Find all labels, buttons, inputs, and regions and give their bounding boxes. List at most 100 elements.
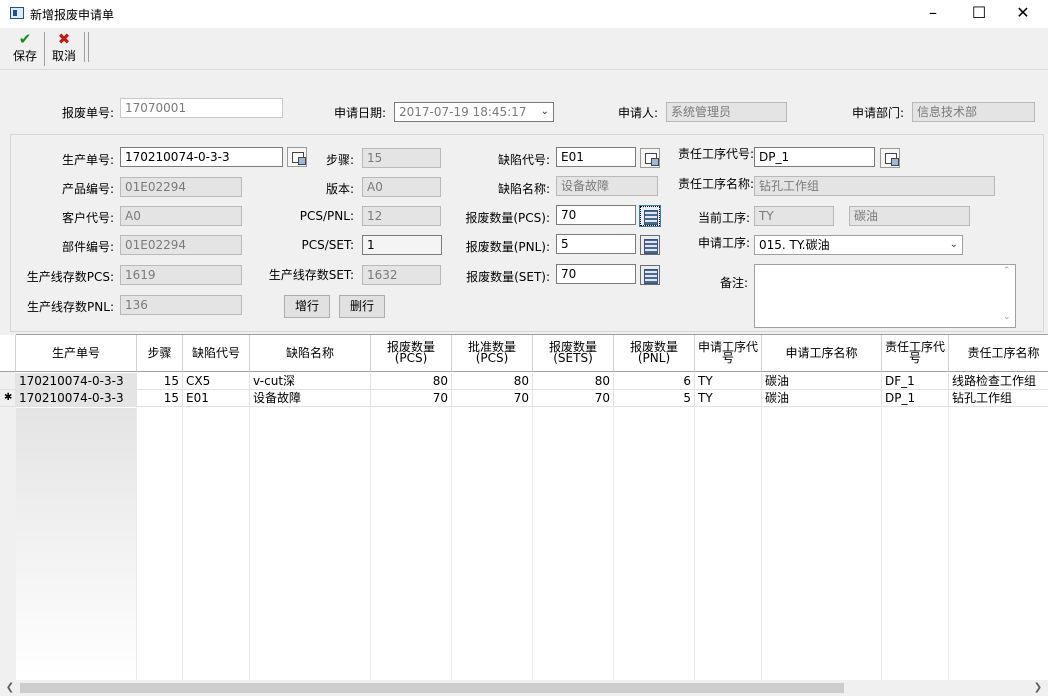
grid-cell[interactable]: TY [695, 373, 762, 390]
grid-cell[interactable]: 80 [452, 373, 533, 390]
line-pcs-field: 1619 [120, 265, 242, 285]
apply-date-picker[interactable]: 2017-07-19 18:45:17 ⌄ [394, 102, 554, 122]
grid-cell[interactable]: E01 [183, 390, 250, 407]
resp-name-field: 钻孔工作组 [754, 176, 995, 196]
grid-cell[interactable]: 碳油 [762, 390, 882, 407]
grid-column-line [532, 372, 533, 680]
apply-proc-select[interactable]: 015. TY.碳油 ⌄ [754, 235, 963, 255]
grid-header-4[interactable]: 报废数量(PCS) [371, 335, 452, 372]
delete-row-button[interactable]: 删行 [339, 295, 385, 318]
grid-header-3[interactable]: 缺陷名称 [250, 335, 371, 372]
resp-code-input[interactable]: DP_1 [754, 147, 875, 167]
prod-no-input[interactable]: 170210074-0-3-3 [120, 147, 283, 167]
chevron-up-icon[interactable]: ⌃ [1003, 266, 1011, 276]
remark-textarea[interactable] [754, 264, 1016, 328]
apply-proc-label: 申请工序: [697, 236, 750, 250]
grid-header-1[interactable]: 步骤 [137, 335, 183, 372]
apply-date-value: 2017-07-19 18:45:17 [399, 105, 527, 119]
grid-cell[interactable]: CX5 [183, 373, 250, 390]
grid-cell[interactable]: 80 [371, 373, 452, 390]
cur-proc-code-field: TY [754, 206, 834, 226]
customer-code-label: 客户代号: [61, 211, 114, 225]
grid-header-7[interactable]: 报废数量(PNL) [614, 335, 695, 372]
grid-column-line [881, 372, 882, 680]
scrap-no-field[interactable]: 17070001 [120, 98, 283, 118]
grid-header-6[interactable]: 报废数量(SETS) [533, 335, 614, 372]
pcs-set-label: PCS/SET: [301, 238, 354, 252]
calculator-icon[interactable] [640, 265, 660, 285]
add-row-button[interactable]: 增行 [284, 295, 330, 318]
scroll-right-icon[interactable]: ❯ [1030, 680, 1046, 696]
version-field: A0 [362, 177, 441, 197]
grid-column-line [136, 372, 137, 680]
grid-cell[interactable]: 线路检查工作组 [949, 373, 1048, 390]
grid-header-0[interactable]: 生产单号 [16, 335, 137, 372]
calculator-icon[interactable] [640, 235, 660, 255]
calculator-icon[interactable] [639, 205, 661, 227]
save-button[interactable]: ✔ 保存 [8, 32, 42, 68]
grid-cell[interactable]: DF_1 [882, 373, 949, 390]
grid-cell[interactable]: 碳油 [762, 373, 882, 390]
grid-cell[interactable]: 70 [452, 390, 533, 407]
pcs-pnl-field: 12 [362, 206, 441, 226]
chevron-down-icon[interactable]: ⌄ [1003, 312, 1011, 322]
grid-cell[interactable]: 70 [533, 390, 614, 407]
product-code-label: 产品编号: [61, 182, 114, 196]
grid-header-11[interactable]: 责任工序名称 [949, 335, 1048, 372]
cur-proc-label: 当前工序: [697, 211, 750, 225]
scroll-left-icon[interactable]: ❮ [2, 680, 18, 696]
scrap-pcs-input[interactable]: 70 [556, 205, 636, 225]
scrap-pnl-label: 报废数量(PNL): [465, 240, 550, 254]
grid-column-line [182, 372, 183, 680]
grid-column-line [451, 372, 452, 680]
close-icon: ✕ [1016, 3, 1030, 22]
minimize-icon: – [929, 3, 937, 22]
applicant-field: 系统管理员 [666, 102, 787, 122]
scrollbar-thumb[interactable] [20, 680, 844, 696]
grid-frozen-column [16, 408, 136, 678]
grid-cell[interactable]: 170210074-0-3-3 [16, 390, 137, 407]
grid-cell[interactable]: 80 [533, 373, 614, 390]
grid-cell[interactable]: 设备故障 [250, 390, 371, 407]
grid-header-10[interactable]: 责任工序代号 [882, 335, 949, 372]
save-label: 保存 [12, 49, 37, 63]
maximize-icon: ☐ [971, 3, 987, 22]
scrap-pnl-input[interactable]: 5 [556, 234, 636, 254]
title-bar [0, 0, 1048, 28]
grid-column-line [948, 372, 949, 680]
part-no-field: 01E02294 [120, 235, 242, 255]
maximize-button[interactable]: ☐ [956, 0, 1002, 28]
grid-cell[interactable]: v-cut深 [250, 373, 371, 390]
product-code-field: 01E02294 [120, 177, 242, 197]
close-window-button[interactable]: ✕ [1000, 0, 1046, 28]
grid-header-5[interactable]: 批准数量(PCS) [452, 335, 533, 372]
minimize-button[interactable]: – [910, 0, 956, 28]
row-marker[interactable]: ✱ [0, 390, 16, 407]
grid-cell[interactable]: 6 [614, 373, 695, 390]
chevron-down-icon[interactable]: ⌄ [541, 103, 549, 121]
grid-cell[interactable]: DP_1 [882, 390, 949, 407]
grid-column-line [761, 372, 762, 680]
scrap-no-label: 报废单号: [61, 106, 114, 120]
grid-header-8[interactable]: 申请工序代号 [695, 335, 762, 372]
chevron-down-icon[interactable]: ⌄ [950, 236, 958, 254]
grid-cell[interactable]: TY [695, 390, 762, 407]
resp-lookup-icon[interactable] [880, 148, 900, 168]
toolbar [0, 28, 1048, 70]
grid-cell[interactable]: 15 [137, 390, 183, 407]
grid-header-9[interactable]: 申请工序名称 [762, 335, 882, 372]
row-marker[interactable] [0, 373, 16, 390]
grid-cell[interactable]: 钻孔工作组 [949, 390, 1048, 407]
grid-cell[interactable]: 170210074-0-3-3 [16, 373, 137, 390]
grid-cell[interactable]: 15 [137, 373, 183, 390]
pcs-set-field[interactable]: 1 [362, 235, 442, 255]
grid-cell[interactable]: 5 [614, 390, 695, 407]
grid-header-2[interactable]: 缺陷代号 [183, 335, 250, 372]
grid-cell[interactable]: 70 [371, 390, 452, 407]
remark-scrollbar[interactable]: ⌃ ⌄ [1000, 266, 1014, 326]
cancel-button[interactable]: ✖ 取消 [47, 32, 81, 68]
scrap-set-input[interactable]: 70 [556, 264, 636, 284]
defect-code-input[interactable]: E01 [556, 147, 636, 167]
defect-lookup-icon[interactable] [640, 148, 660, 168]
toolbar-divider [44, 32, 45, 66]
